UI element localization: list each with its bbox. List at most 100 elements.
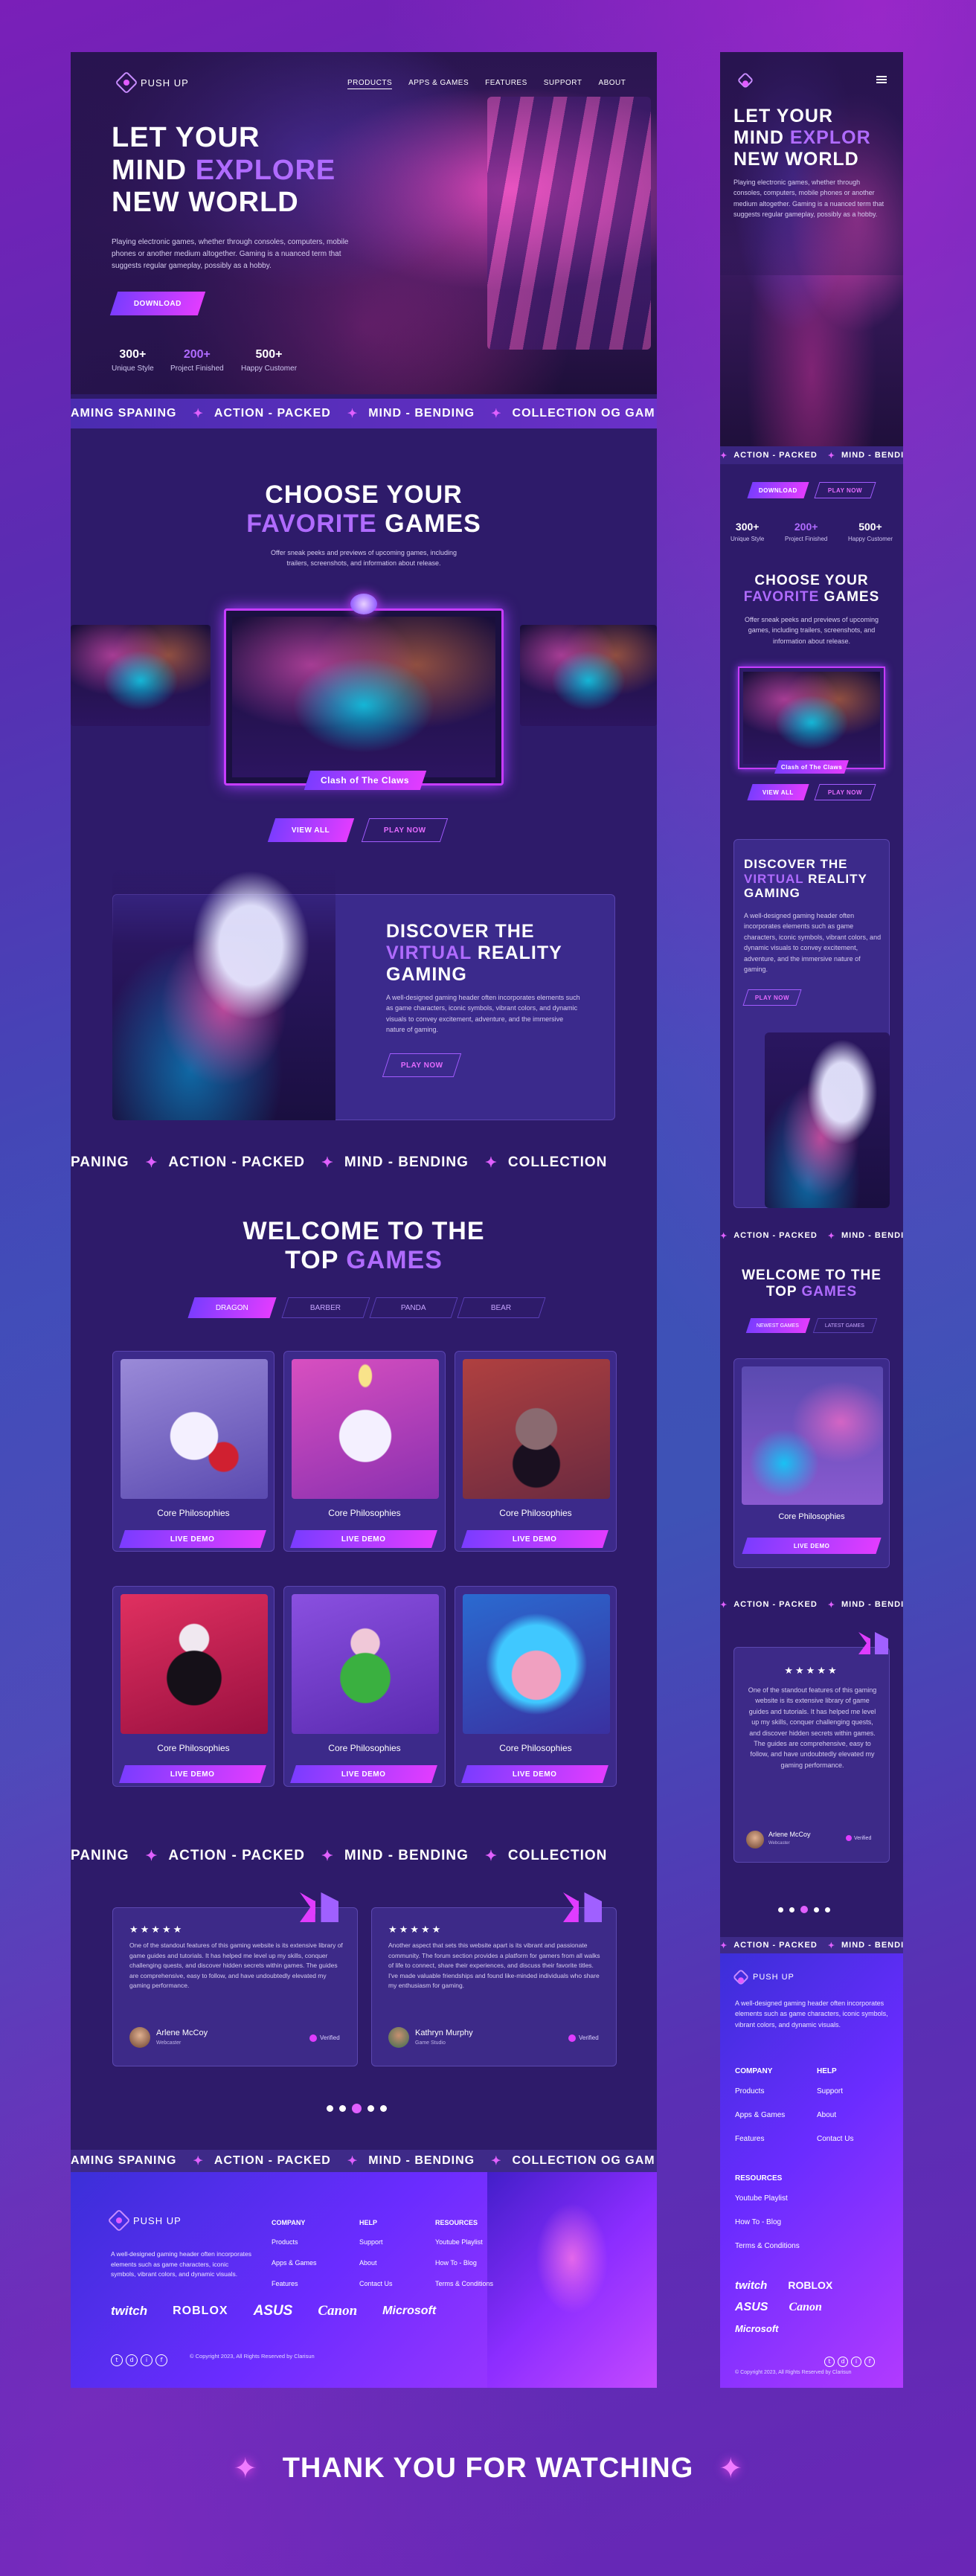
twitter-icon[interactable]: t — [824, 2357, 835, 2367]
instagram-icon[interactable]: i — [851, 2357, 861, 2367]
welcome-title: WELCOME TO THE TOP GAMES — [71, 1217, 657, 1275]
tab-barber[interactable]: BARBER — [281, 1297, 370, 1318]
carousel-dot[interactable] — [327, 2105, 333, 2112]
nav-support[interactable]: SUPPORT — [544, 79, 582, 89]
footer-link[interactable]: Terms & Conditions — [735, 2235, 800, 2258]
play-now-button[interactable]: PLAY NOW — [361, 818, 449, 842]
tab-bear[interactable]: BEAR — [457, 1297, 546, 1318]
carousel-dot-active[interactable] — [800, 1905, 808, 1913]
game-card[interactable]: Core Philosophies LIVE DEMO — [455, 1351, 617, 1552]
mobile-welcome-line-2: TOP GAMES — [720, 1284, 903, 1300]
nav-products[interactable]: PRODUCTS — [347, 79, 393, 89]
nav-features[interactable]: FEATURES — [485, 79, 527, 89]
footer-link[interactable]: Youtube Playlist — [735, 2187, 800, 2211]
download-button[interactable]: DOWNLOAD — [109, 292, 206, 315]
footer-logo[interactable]: PUSH UP — [107, 2209, 182, 2232]
marquee-text: COLLECTION OG GAM — [512, 2154, 655, 2167]
mobile-carousel-dots[interactable] — [775, 1901, 833, 1915]
facebook-icon[interactable]: f — [155, 2354, 167, 2366]
footer-link[interactable]: Apps & Games — [272, 2252, 317, 2273]
nav-apps-games[interactable]: APPS & GAMES — [408, 79, 469, 89]
tab-label: BEAR — [491, 1303, 512, 1312]
welcome-top: TOP — [285, 1246, 347, 1275]
game-card[interactable]: Core Philosophies LIVE DEMO — [455, 1586, 617, 1787]
dribbble-icon[interactable]: d — [838, 2357, 848, 2367]
marquee-text: AMING SPANING — [71, 407, 177, 420]
carousel-dot[interactable] — [778, 1907, 783, 1912]
mobile-vr-line-2: VIRTUAL REALITY — [744, 872, 867, 887]
footer-link[interactable]: Support — [817, 2080, 853, 2104]
twitter-icon[interactable]: t — [111, 2354, 123, 2366]
carousel-dot[interactable] — [380, 2105, 387, 2112]
tab-label: BARBER — [310, 1303, 341, 1312]
brand-logo[interactable]: PUSH UP — [115, 71, 189, 94]
marquee-text: AMING SPANING — [71, 2154, 177, 2167]
live-demo-button[interactable]: LIVE DEMO — [119, 1530, 266, 1548]
footer-link[interactable]: Products — [272, 2232, 317, 2252]
footer-link[interactable]: Contact Us — [817, 2127, 853, 2151]
footer-link[interactable]: Apps & Games — [735, 2104, 785, 2127]
stat-value: 200+ — [183, 348, 211, 361]
carousel-dot[interactable] — [367, 2105, 374, 2112]
stat-label: Unique Style — [731, 536, 765, 542]
copyright: © Copyright 2023, All Rights Reserved by… — [190, 2353, 315, 2360]
carousel-dot[interactable] — [814, 1907, 819, 1912]
mobile-vr-description: A well-designed gaming header often inco… — [744, 912, 882, 973]
mobile-view-all-button[interactable]: VIEW ALL — [747, 784, 809, 800]
footer-link[interactable]: Support — [359, 2232, 393, 2252]
footer-link[interactable]: Youtube Playlist — [435, 2232, 493, 2252]
download-label: DOWNLOAD — [134, 299, 182, 308]
hamburger-icon[interactable] — [876, 76, 887, 83]
game-card[interactable]: Core Philosophies LIVE DEMO — [283, 1586, 446, 1787]
live-demo-button[interactable]: LIVE DEMO — [742, 1538, 882, 1554]
facebook-icon[interactable]: f — [864, 2357, 875, 2367]
mobile-game-card[interactable]: Core Philosophies LIVE DEMO — [733, 1358, 890, 1568]
carousel-dot[interactable] — [789, 1907, 794, 1912]
footer-link[interactable]: How To - Blog — [735, 2211, 800, 2235]
carousel-dot[interactable] — [825, 1907, 830, 1912]
view-all-button[interactable]: VIEW ALL — [267, 818, 355, 842]
mobile-tab-newest[interactable]: NEWEST GAMES — [745, 1318, 811, 1333]
mobile-vr-play-button[interactable]: PLAY NOW — [742, 989, 802, 1006]
mobile-download-button[interactable]: DOWNLOAD — [747, 482, 809, 498]
carousel-dot[interactable] — [339, 2105, 346, 2112]
nav-about[interactable]: ABOUT — [598, 79, 626, 89]
footer: PUSH UP A well-designed gaming header of… — [71, 2172, 657, 2388]
instagram-icon[interactable]: i — [141, 2354, 152, 2366]
game-card[interactable]: Core Philosophies LIVE DEMO — [112, 1351, 274, 1552]
game-thumb-left[interactable] — [71, 625, 211, 726]
footer-link[interactable]: How To - Blog — [435, 2252, 493, 2273]
live-demo-button[interactable]: LIVE DEMO — [461, 1765, 609, 1783]
game-card[interactable]: Core Philosophies LIVE DEMO — [112, 1586, 274, 1787]
live-demo-button[interactable]: LIVE DEMO — [290, 1530, 437, 1548]
footer-link[interactable]: Features — [272, 2273, 317, 2294]
mobile-footer-logo[interactable]: PUSH UP — [732, 1968, 794, 1986]
live-demo-label: LIVE DEMO — [513, 1770, 557, 1779]
footer-link[interactable]: Features — [735, 2127, 785, 2151]
footer-link[interactable]: About — [359, 2252, 393, 2273]
footer-link[interactable]: Products — [735, 2080, 785, 2104]
live-demo-button[interactable]: LIVE DEMO — [461, 1530, 609, 1548]
mobile-tab-latest[interactable]: LATEST GAMES — [812, 1318, 878, 1333]
footer-link[interactable]: About — [817, 2104, 853, 2127]
game-card-image — [121, 1359, 268, 1499]
tab-panda[interactable]: PANDA — [369, 1297, 458, 1318]
game-thumb-right[interactable] — [520, 625, 657, 726]
tab-dragon[interactable]: DRAGON — [187, 1297, 277, 1318]
mobile-hero-line-2: MIND EXPLOR — [733, 127, 871, 149]
carousel-dot-active[interactable] — [352, 2104, 362, 2113]
mobile-play-now-button[interactable]: PLAY NOW — [814, 784, 876, 800]
game-card[interactable]: Core Philosophies LIVE DEMO — [283, 1351, 446, 1552]
marquee-text: MIND - BENDING — [344, 1154, 469, 1170]
game-card-title: Core Philosophies — [328, 1508, 401, 1518]
footer-link[interactable]: Terms & Conditions — [435, 2273, 493, 2294]
vr-play-button[interactable]: PLAY NOW — [382, 1053, 462, 1077]
mobile-play-button[interactable]: PLAY NOW — [814, 482, 876, 498]
featured-game-frame[interactable] — [224, 608, 504, 786]
mobile-featured-frame[interactable] — [738, 667, 885, 769]
dribbble-icon[interactable]: d — [126, 2354, 138, 2366]
live-demo-button[interactable]: LIVE DEMO — [119, 1765, 266, 1783]
footer-link[interactable]: Contact Us — [359, 2273, 393, 2294]
live-demo-button[interactable]: LIVE DEMO — [290, 1765, 437, 1783]
carousel-dots[interactable] — [324, 2101, 390, 2115]
